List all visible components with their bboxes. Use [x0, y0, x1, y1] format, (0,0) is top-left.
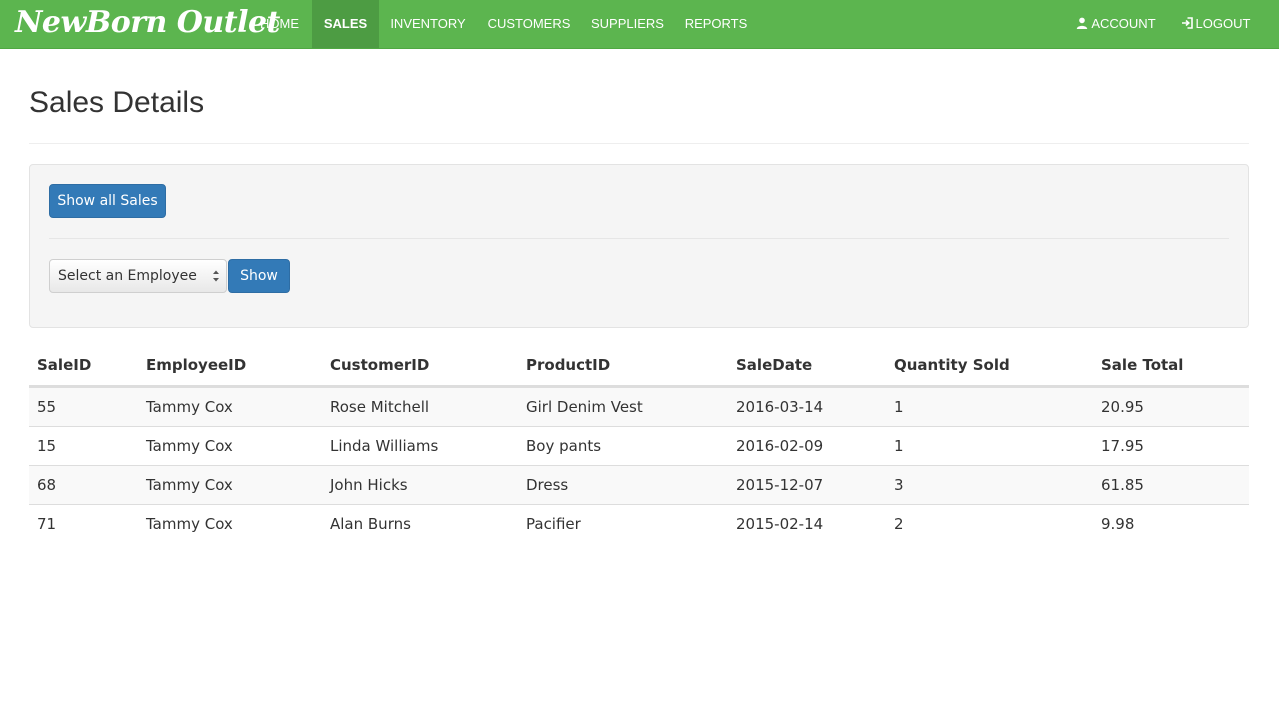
cell-employee: Tammy Cox: [146, 476, 233, 494]
nav-logout-label: LOGOUT: [1195, 16, 1251, 31]
cell-sale-id: 15: [37, 437, 57, 455]
cell-employee: Tammy Cox: [146, 515, 233, 533]
logout-icon: [1181, 0, 1193, 48]
chevron-updown-icon: [212, 268, 220, 284]
cell-employee: Tammy Cox: [146, 437, 233, 455]
nav-sales[interactable]: SALES: [312, 0, 379, 48]
nav-home[interactable]: HOME: [247, 0, 312, 48]
header-customer-id: CustomerID: [330, 356, 430, 374]
nav-account[interactable]: ACCOUNT: [1064, 0, 1168, 48]
show-button[interactable]: Show: [228, 259, 290, 293]
nav-account-label: ACCOUNT: [1091, 16, 1156, 31]
cell-product: Girl Denim Vest: [526, 398, 643, 416]
nav-suppliers[interactable]: SUPPLIERS: [581, 0, 674, 48]
cell-quantity: 3: [894, 476, 904, 494]
cell-product: Boy pants: [526, 437, 602, 455]
filter-divider: [49, 238, 1229, 239]
table-row: 71 Tammy Cox Alan Burns Pacifier 2015-02…: [29, 504, 1249, 543]
cell-customer: Rose Mitchell: [330, 398, 430, 416]
cell-sale-total: 20.95: [1101, 398, 1144, 416]
cell-sale-date: 2016-03-14: [736, 398, 824, 416]
brand-logo[interactable]: NewBorn Outlet: [15, 3, 280, 45]
cell-quantity: 1: [894, 398, 904, 416]
header-quantity-sold: Quantity Sold: [894, 356, 1010, 374]
cell-quantity: 1: [894, 437, 904, 455]
header-product-id: ProductID: [526, 356, 611, 374]
page-title: Sales Details: [29, 86, 205, 119]
header-sale-date: SaleDate: [736, 356, 813, 374]
title-divider: [29, 143, 1249, 144]
cell-product: Dress: [526, 476, 569, 494]
cell-quantity: 2: [894, 515, 904, 533]
employee-select-value: Select an Employee: [58, 268, 197, 284]
nav-logout[interactable]: LOGOUT: [1168, 0, 1263, 48]
cell-sale-id: 68: [37, 476, 57, 494]
user-icon: [1076, 0, 1088, 48]
header-sale-id: SaleID: [37, 356, 92, 374]
cell-sale-total: 17.95: [1101, 437, 1144, 455]
table-header: SaleID EmployeeID CustomerID ProductID S…: [29, 347, 1249, 387]
cell-sale-id: 71: [37, 515, 57, 533]
nav-customers[interactable]: CUSTOMERS: [477, 0, 581, 48]
cell-sale-total: 9.98: [1101, 515, 1135, 533]
cell-sale-id: 55: [37, 398, 57, 416]
cell-product: Pacifier: [526, 515, 581, 533]
cell-sale-date: 2016-02-09: [736, 437, 824, 455]
cell-sale-total: 61.85: [1101, 476, 1144, 494]
header-sale-total: Sale Total: [1101, 356, 1184, 374]
table-row: 15 Tammy Cox Linda Williams Boy pants 20…: [29, 426, 1249, 465]
cell-sale-date: 2015-12-07: [736, 476, 824, 494]
cell-customer: Linda Williams: [330, 437, 439, 455]
filter-panel: Show all Sales Select an Employee Show: [29, 164, 1249, 328]
nav-reports[interactable]: REPORTS: [674, 0, 758, 48]
cell-sale-date: 2015-02-14: [736, 515, 824, 533]
table-row: 68 Tammy Cox John Hicks Dress 2015-12-07…: [29, 465, 1249, 504]
nav-inventory[interactable]: INVENTORY: [379, 0, 477, 48]
table-row: 55 Tammy Cox Rose Mitchell Girl Denim Ve…: [29, 387, 1249, 426]
cell-employee: Tammy Cox: [146, 398, 233, 416]
cell-customer: Alan Burns: [330, 515, 411, 533]
header-employee-id: EmployeeID: [146, 356, 247, 374]
cell-customer: John Hicks: [330, 476, 408, 494]
show-all-sales-button[interactable]: Show all Sales: [49, 184, 166, 218]
navbar: NewBorn Outlet HOME SALES INVENTORY CUST…: [0, 0, 1279, 49]
employee-select[interactable]: Select an Employee: [49, 259, 227, 293]
